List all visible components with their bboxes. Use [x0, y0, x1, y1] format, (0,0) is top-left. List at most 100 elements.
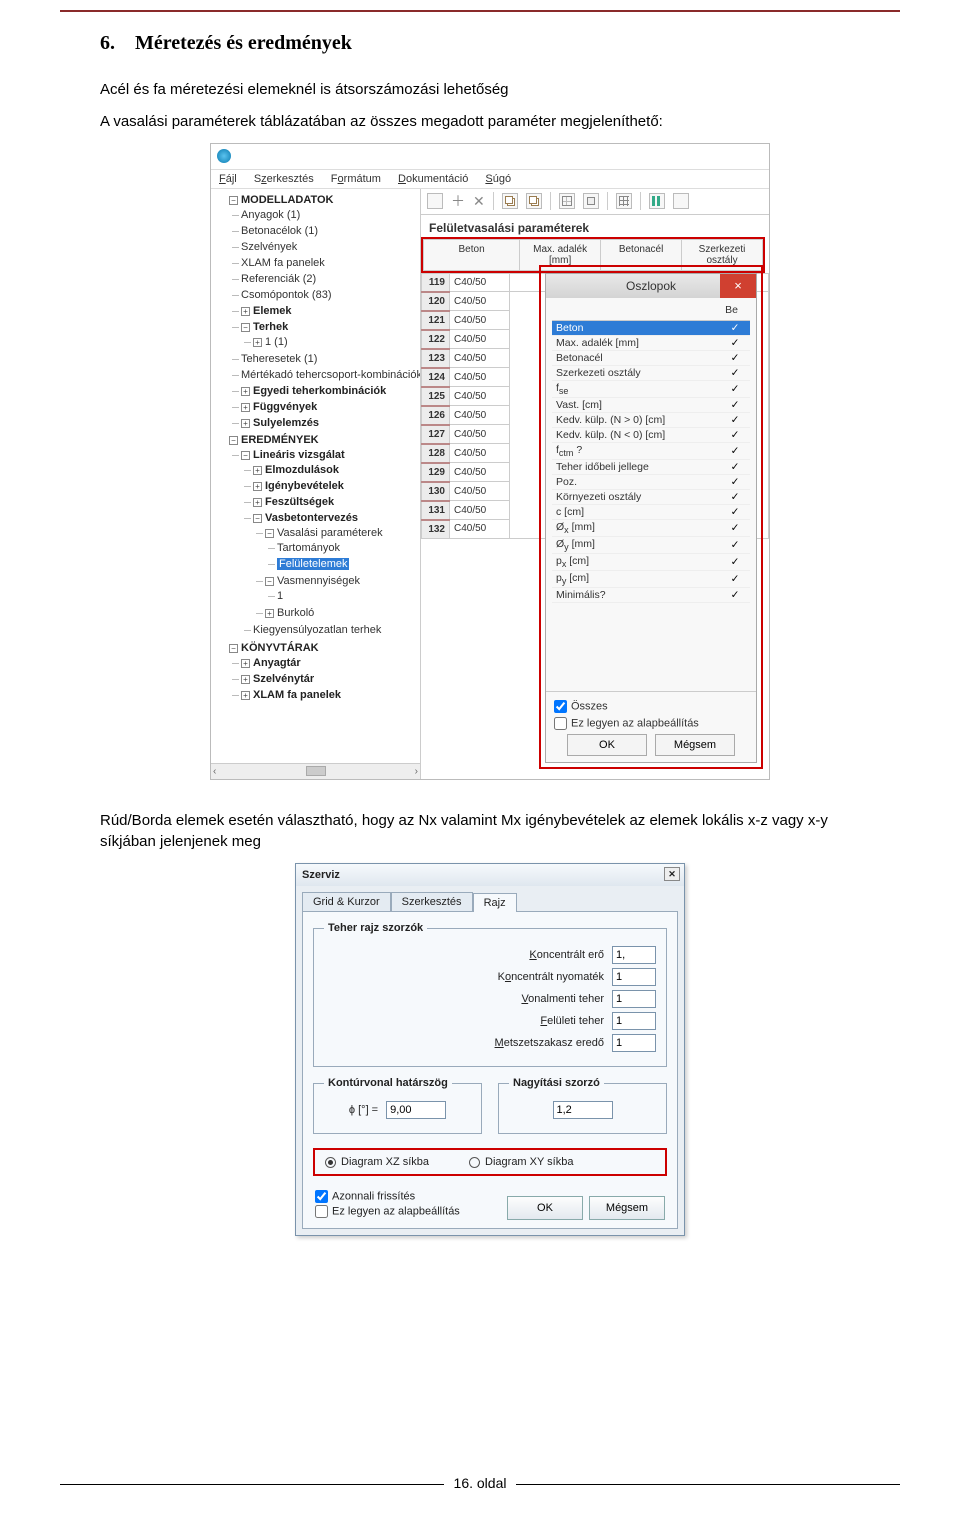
checkbox-default[interactable]: Ez legyen az alapbeállítás — [315, 1205, 460, 1218]
tree-pane[interactable]: −MODELLADATOK Anyagok (1) Betonacélok (1… — [211, 189, 421, 779]
dialog-titlebar[interactable]: Szerviz ✕ — [296, 864, 684, 886]
tree-expand-icon[interactable]: + — [253, 482, 262, 491]
paste-icon[interactable] — [526, 193, 542, 209]
tree-expand-icon[interactable]: + — [253, 466, 262, 475]
tree-expand-icon[interactable]: + — [241, 675, 250, 684]
tree-item[interactable]: Burkoló — [277, 607, 314, 619]
tree-item[interactable]: Elemek — [253, 305, 292, 317]
tree-expand-icon[interactable]: + — [265, 609, 274, 618]
close-icon[interactable]: ✕ — [664, 867, 680, 881]
grid-icon[interactable] — [616, 193, 632, 209]
tree-item[interactable]: Terhek — [253, 321, 288, 333]
checkbox-osszes[interactable]: Összes — [554, 700, 750, 713]
tree-collapse-icon[interactable]: − — [229, 436, 238, 445]
list-item[interactable]: Vast. [cm]✓ — [552, 397, 750, 412]
cell-beton[interactable]: C40/50 — [450, 330, 510, 349]
tree-item[interactable]: Szelvénytár — [253, 673, 314, 685]
cancel-button[interactable]: Mégsem — [589, 1196, 665, 1220]
tree-collapse-icon[interactable]: − — [241, 323, 250, 332]
list-item[interactable]: Szerkezeti osztály✓ — [552, 365, 750, 380]
checkbox-default[interactable]: Ez legyen az alapbeállítás — [554, 717, 750, 730]
tool-icon[interactable] — [427, 193, 443, 209]
list-item[interactable]: fse✓ — [552, 380, 750, 397]
input-nagyitas[interactable] — [553, 1101, 613, 1119]
tree-root-konyvtarak[interactable]: KÖNYVTÁRAK — [241, 642, 319, 654]
list-item[interactable]: Minimális?✓ — [552, 588, 750, 603]
list-item[interactable]: py [cm]✓ — [552, 570, 750, 587]
tree-item[interactable]: Anyagok (1) — [241, 208, 418, 224]
delete-icon[interactable]: ✕ — [473, 193, 485, 210]
list-item[interactable]: Max. adalék [mm]✓ — [552, 335, 750, 350]
tree-item[interactable]: 1 — [277, 589, 418, 605]
tree-expand-icon[interactable]: + — [241, 387, 250, 396]
tree-item[interactable]: Szelvények — [241, 240, 418, 256]
list-item[interactable]: Betonacél✓ — [552, 350, 750, 365]
tree-item[interactable]: Sulyelemzés — [253, 417, 319, 429]
cell-beton[interactable]: C40/50 — [450, 387, 510, 406]
tree-item[interactable]: XLAM fa panelek — [253, 689, 341, 701]
tab-rajz[interactable]: Rajz — [473, 893, 517, 912]
tree-collapse-icon[interactable]: − — [229, 644, 238, 653]
tree-item[interactable]: Kiegyensúlyozatlan terhek — [253, 623, 418, 639]
radio-diagram-xy[interactable]: Diagram XY síkba — [469, 1156, 573, 1168]
input-phi[interactable] — [386, 1101, 446, 1119]
list-item[interactable]: px [cm]✓ — [552, 553, 750, 570]
tree-item[interactable]: Anyagtár — [253, 657, 301, 669]
list-item[interactable]: fctm ?✓ — [552, 442, 750, 459]
list-item[interactable]: c [cm]✓ — [552, 504, 750, 519]
list-item[interactable]: Teher időbeli jellege✓ — [552, 459, 750, 474]
cell-beton[interactable]: C40/50 — [450, 425, 510, 444]
cell-beton[interactable]: C40/50 — [450, 273, 510, 292]
tree-expand-icon[interactable]: + — [253, 498, 262, 507]
list-item[interactable]: Øx [mm]✓ — [552, 519, 750, 536]
tab-grid-kurzor[interactable]: Grid & Kurzor — [302, 892, 391, 911]
tab-szerkesztes[interactable]: Szerkesztés — [391, 892, 473, 911]
list-item[interactable]: Øy [mm]✓ — [552, 536, 750, 553]
list-item[interactable]: Poz.✓ — [552, 474, 750, 489]
tree-expand-icon[interactable]: + — [253, 338, 262, 347]
cell-beton[interactable]: C40/50 — [450, 444, 510, 463]
tree-collapse-icon[interactable]: − — [265, 577, 274, 586]
tree-item[interactable]: Függvények — [253, 401, 317, 413]
print-icon[interactable] — [583, 193, 599, 209]
add-icon[interactable]: ＋ — [451, 191, 465, 211]
menu-file[interactable]: FFájlájl — [219, 173, 237, 185]
menu-help[interactable]: SúgóSúgó — [485, 173, 511, 185]
input-koncero[interactable] — [612, 946, 656, 964]
list-item[interactable]: Környezeti osztály✓ — [552, 489, 750, 504]
list-item[interactable]: Kedv. külp. (N < 0) [cm]✓ — [552, 427, 750, 442]
tree-item[interactable]: Vasalási paraméterek — [277, 527, 383, 539]
tree-root-eredmenyek[interactable]: EREDMÉNYEK — [241, 434, 319, 446]
radio-diagram-xz[interactable]: Diagram XZ síkba — [325, 1156, 429, 1168]
tree-item[interactable]: Egyedi teherkombinációk — [253, 385, 386, 397]
chart-icon[interactable] — [649, 193, 665, 209]
tool-icon[interactable] — [673, 193, 689, 209]
checkbox-azonnali[interactable]: Azonnali frissítés — [315, 1190, 460, 1203]
input-feluleti[interactable] — [612, 1012, 656, 1030]
tree-item[interactable]: XLAM fa panelek — [241, 256, 418, 272]
cancel-button[interactable]: Mégsem — [655, 734, 735, 756]
menu-edit[interactable]: SzerkesztésSzerkesztés — [254, 173, 314, 185]
cell-beton[interactable]: C40/50 — [450, 463, 510, 482]
tree-collapse-icon[interactable]: − — [241, 451, 250, 460]
tree-item[interactable]: Vasbetontervezés — [265, 512, 358, 524]
menu-format[interactable]: FormátumFormátum — [331, 173, 381, 185]
tree-scrollbar[interactable]: ‹› — [211, 763, 420, 779]
close-icon[interactable]: × — [720, 274, 756, 298]
input-vonalmenti[interactable] — [612, 990, 656, 1008]
menu-doc[interactable]: DokumentációDokumentáció — [398, 173, 468, 185]
tree-item[interactable]: Elmozdulások — [265, 464, 339, 476]
tree-item[interactable]: Feszültségek — [265, 496, 334, 508]
input-koncnyom[interactable] — [612, 968, 656, 986]
cell-beton[interactable]: C40/50 — [450, 520, 510, 539]
tree-expand-icon[interactable]: + — [241, 419, 250, 428]
col-header-beton[interactable]: Beton — [424, 240, 520, 270]
tree-item[interactable]: Teheresetek (1) — [241, 352, 418, 368]
tree-root-modelladatok[interactable]: MODELLADATOK — [241, 194, 333, 206]
list-item[interactable]: Beton✓ — [552, 320, 750, 335]
tree-item[interactable]: Mértékadó tehercsoport-kombinációk — [241, 368, 418, 384]
cell-beton[interactable]: C40/50 — [450, 482, 510, 501]
ok-button[interactable]: OK — [567, 734, 647, 756]
cell-beton[interactable]: C40/50 — [450, 368, 510, 387]
tree-expand-icon[interactable]: + — [241, 403, 250, 412]
